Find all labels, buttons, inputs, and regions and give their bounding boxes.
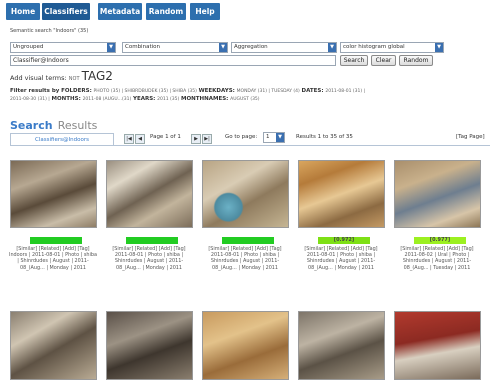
result-thumbnail[interactable]: [10, 311, 97, 380]
score-badge: [0.977]: [414, 237, 466, 244]
score-badge: [126, 237, 178, 244]
score-badge: [0.972]: [318, 237, 370, 244]
result-meta: 2011-08-02 | Ural | Photo | Shinrdudes |…: [402, 252, 472, 271]
goto-label: Go to page:: [225, 134, 258, 140]
histogram-select[interactable]: color histogram global ▼: [340, 42, 444, 53]
nav-classifiers[interactable]: Classifiers: [42, 3, 90, 20]
result-caption: [Similar] [Related] [Add] [Tag] 2011-08-…: [392, 246, 482, 271]
monthnames-label: MONTHNAMES:: [181, 96, 229, 102]
first-page-icon[interactable]: |◀: [124, 134, 134, 144]
monthnames-links[interactable]: AUGUST (35): [230, 97, 259, 102]
result-meta: Indoors | 2011-08-01 | Photo | shiba | S…: [9, 252, 97, 271]
nav-metadata[interactable]: Metadata: [98, 3, 142, 20]
result-caption: [Similar] [Related] [Add] [Tag] 2011-08-…: [200, 246, 290, 271]
years-label: YEARS:: [132, 96, 156, 102]
chevron-down-icon: ▼: [276, 133, 284, 142]
combination-select-value: Combination: [125, 44, 160, 50]
folders-label: FOLDERS:: [61, 88, 92, 94]
random-button[interactable]: Random: [399, 55, 433, 66]
result-thumbnail[interactable]: [394, 311, 481, 380]
results-title-part2: Results: [57, 119, 98, 132]
search-caption: Semantic search "Indoors" (35): [10, 28, 89, 34]
weekdays-links[interactable]: MONDAY (31) | TUESDAY (4): [237, 89, 300, 94]
clear-button[interactable]: Clear: [371, 55, 396, 66]
visual-terms-label: Add visual terms:: [10, 74, 67, 82]
filters-row-2: 2011-08-30 (31) | MONTHS: 2011-08 (AUGU.…: [10, 96, 260, 102]
result-thumbnail[interactable]: [10, 160, 97, 228]
query-input[interactable]: Classifier@Indoors: [10, 55, 336, 66]
prev-page-icon[interactable]: ◀: [135, 134, 145, 144]
search-button[interactable]: Search: [340, 55, 368, 66]
results-title: Search Results: [10, 114, 97, 133]
goto-value: 1: [266, 134, 270, 140]
result-caption: [Similar] [Related] [Add] [Tag] 2011-08-…: [296, 246, 386, 271]
dates-label: DATES:: [301, 88, 324, 94]
months-links[interactable]: 2011-08 (AUGU...(31): [83, 97, 132, 102]
top-nav: Home Classifiers Metadata Random Help: [0, 0, 490, 22]
chevron-down-icon: ▼: [107, 43, 115, 52]
dates-links-cont[interactable]: 2011-08-30 (31) |: [10, 97, 50, 102]
aggregation-select-value: Aggregation: [234, 44, 268, 50]
goto-select[interactable]: 1 ▼: [263, 132, 285, 143]
result-caption: [Similar] [Related] [Add] [Tag] Indoors …: [8, 246, 98, 271]
result-thumbnail[interactable]: [298, 160, 385, 228]
nav-home[interactable]: Home: [6, 3, 40, 20]
results-title-part1: Search: [10, 119, 53, 132]
filters-row-1: Filter results by FOLDERS: PHOTO (35) | …: [10, 88, 365, 94]
nav-random[interactable]: Random: [146, 3, 186, 20]
result-thumbnail[interactable]: [106, 160, 193, 228]
result-thumbnail[interactable]: [202, 160, 289, 228]
combination-select[interactable]: Combination ▼: [122, 42, 228, 53]
result-thumbnail[interactable]: [202, 311, 289, 380]
chevron-down-icon: ▼: [435, 43, 443, 52]
page-text: Page 1 of 1: [150, 134, 181, 140]
score-badge: [222, 237, 274, 244]
not-toggle[interactable]: NOT: [69, 76, 80, 82]
chevron-down-icon: ▼: [219, 43, 227, 52]
result-caption: [Similar] [Related] [Add] [Tag] 2011-08-…: [104, 246, 194, 271]
aggregation-select[interactable]: Aggregation ▼: [231, 42, 337, 53]
score-badge: [30, 237, 82, 244]
tab-classifiers-indoors[interactable]: Classifiers@Indoors: [10, 133, 114, 145]
results-count: Results 1 to 35 of 35: [296, 134, 353, 140]
group-select-value: Ungrouped: [13, 44, 44, 50]
result-thumbnail[interactable]: [106, 311, 193, 380]
tag-page-link[interactable]: [Tag Page]: [456, 134, 485, 140]
dates-links[interactable]: 2011-08-01 (31) |: [325, 89, 365, 94]
result-meta: 2011-08-01 | Photo | shiba | Shinrdudes …: [114, 252, 184, 271]
group-select[interactable]: Ungrouped ▼: [10, 42, 116, 53]
weekdays-label: WEEKDAYS:: [198, 88, 235, 94]
months-label: MONTHS:: [51, 96, 81, 102]
filter-intro: Filter results by: [10, 88, 60, 94]
chevron-down-icon: ▼: [328, 43, 336, 52]
result-thumbnail[interactable]: [394, 160, 481, 228]
result-meta: 2011-08-01 | Photo | shiba | Shinrdudes …: [210, 252, 280, 271]
next-page-icon[interactable]: ▶: [191, 134, 201, 144]
years-links[interactable]: 2011 (35): [157, 97, 179, 102]
histogram-select-value: color histogram global: [343, 44, 405, 50]
last-page-icon[interactable]: ▶|: [202, 134, 212, 144]
folders-links[interactable]: PHOTO (35) | SHIBRDBUDEK (35) | SHIBA (3…: [94, 89, 197, 94]
result-thumbnail[interactable]: [298, 311, 385, 380]
result-meta: 2011-08-01 | Photo | shiba | Shinrdudes …: [306, 252, 376, 271]
visual-term-tag[interactable]: TAG2: [82, 69, 113, 83]
nav-help[interactable]: Help: [190, 3, 220, 20]
visual-terms-row: Add visual terms: NOT TAG2: [10, 69, 113, 83]
